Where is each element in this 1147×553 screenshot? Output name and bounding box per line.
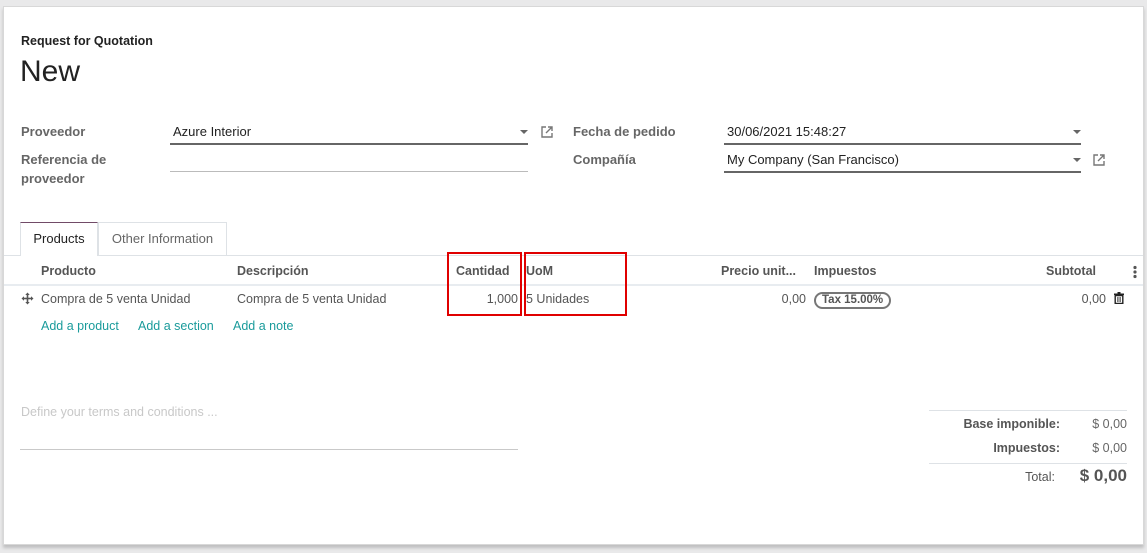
chevron-down-icon[interactable] (1073, 130, 1081, 134)
row-subtotal: 0,00 (1081, 292, 1106, 306)
tab-other-information[interactable]: Other Information (98, 222, 227, 255)
vendor-label: Proveedor (21, 124, 86, 139)
order-date-field[interactable]: 30/06/2021 15:48:27 (724, 123, 1081, 145)
totals-bottom-divider (929, 463, 1127, 464)
column-header-subtotal[interactable]: Subtotal (996, 262, 1096, 280)
chevron-down-icon[interactable] (520, 130, 528, 134)
optional-columns-icon[interactable] (1132, 265, 1138, 279)
vendor-value: Azure Interior (173, 124, 252, 139)
company-label: Compañía (573, 152, 636, 167)
vendor-reference-label: Referencia de proveedor (21, 150, 106, 188)
trash-icon[interactable] (1114, 292, 1124, 304)
form-subtitle: Request for Quotation (21, 34, 153, 48)
company-field[interactable]: My Company (San Francisco) (724, 151, 1081, 173)
tab-products[interactable]: Products (20, 222, 98, 256)
column-header-taxes[interactable]: Impuestos (814, 262, 877, 280)
add-note-link[interactable]: Add a note (233, 317, 293, 335)
highlight-quantity-column (447, 252, 522, 316)
base-value: $ 0,00 (1092, 417, 1127, 431)
order-date-label: Fecha de pedido (573, 124, 676, 139)
row-unit-price[interactable]: 0,00 (706, 290, 806, 308)
row-product[interactable]: Compra de 5 venta Unidad (41, 290, 190, 308)
base-label: Base imponible: (963, 417, 1060, 431)
terms-conditions-input[interactable]: Define your terms and conditions ... (21, 405, 218, 419)
terms-divider (20, 449, 518, 450)
external-link-icon[interactable] (540, 125, 554, 139)
row-taxes[interactable]: Tax 15.00% (814, 290, 892, 309)
add-section-link[interactable]: Add a section (138, 317, 214, 335)
tax-badge[interactable]: Tax 15.00% (814, 292, 892, 309)
company-value: My Company (San Francisco) (727, 152, 899, 167)
taxes-label: Impuestos: (993, 441, 1060, 455)
row-description[interactable]: Compra de 5 venta Unidad (237, 290, 386, 308)
page-title: New (20, 55, 81, 88)
totals-top-divider (929, 410, 1127, 411)
vendor-reference-label-line2: proveedor (21, 171, 85, 186)
total-value: $ 0,00 (1079, 466, 1127, 485)
vendor-field[interactable]: Azure Interior (170, 123, 528, 145)
column-header-unit-price[interactable]: Precio unit... (696, 262, 796, 280)
order-date-value: 30/06/2021 15:48:27 (727, 124, 847, 139)
vendor-reference-label-line1: Referencia de (21, 152, 107, 167)
form-sheet: Request for Quotation New Proveedor Azur… (3, 6, 1144, 545)
vendor-reference-value (170, 152, 173, 167)
drag-handle-icon[interactable] (21, 292, 34, 305)
add-product-link[interactable]: Add a product (41, 317, 119, 335)
highlight-uom-column (524, 252, 627, 316)
vendor-reference-input[interactable] (170, 151, 528, 172)
total-label: Total: (1025, 470, 1055, 484)
external-link-icon[interactable] (1092, 153, 1106, 167)
chevron-down-icon[interactable] (1073, 158, 1081, 162)
taxes-value: $ 0,00 (1092, 441, 1127, 455)
column-header-description[interactable]: Descripción (237, 262, 309, 280)
column-header-product[interactable]: Producto (41, 262, 96, 280)
